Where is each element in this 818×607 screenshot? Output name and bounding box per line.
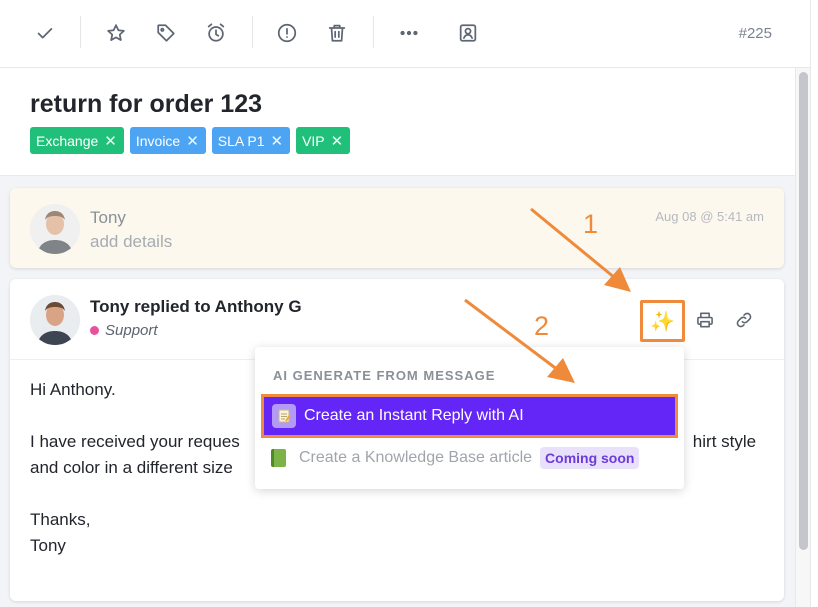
trash-icon[interactable] — [324, 20, 350, 46]
ticket-header: return for order 123 Exchange ✕ Invoice … — [0, 68, 795, 176]
menu-item-label: Create an Instant Reply with AI — [304, 407, 524, 424]
reply-signoff: Thanks, — [30, 510, 91, 529]
menu-item-label: Create a Knowledge Base article — [299, 449, 533, 466]
reply-heading: Tony replied to Anthony G — [90, 297, 302, 316]
tag-invoice[interactable]: Invoice ✕ — [129, 127, 206, 154]
scrollbar-thumb[interactable] — [799, 72, 808, 550]
star-icon[interactable] — [103, 20, 129, 46]
ticket-toolbar: #225 — [0, 0, 810, 68]
tag-label: SLA P1 — [217, 132, 265, 149]
sparkles-icon: ✨ — [650, 310, 675, 333]
more-icon[interactable] — [396, 20, 422, 46]
tag-icon[interactable] — [153, 20, 179, 46]
right-panel-edge — [810, 0, 818, 607]
channel-label: Support — [90, 322, 158, 339]
tag-sla-p1[interactable]: SLA P1 ✕ — [211, 127, 291, 154]
ticket-title[interactable]: return for order 123 — [30, 90, 262, 119]
reply-signature: Tony — [30, 536, 66, 555]
menu-item-instant-reply[interactable]: Create an Instant Reply with AI — [261, 394, 678, 438]
tag-label: Exchange — [36, 132, 99, 149]
avatar — [30, 295, 80, 345]
toolbar-divider — [252, 16, 253, 48]
annotation-step-2: 2 — [534, 311, 550, 341]
tag-exchange[interactable]: Exchange ✕ — [30, 127, 124, 154]
toolbar-divider — [373, 16, 374, 48]
note-input[interactable]: add details — [90, 232, 172, 252]
note-author: Tony — [90, 208, 126, 227]
tag-vip[interactable]: VIP ✕ — [296, 127, 351, 154]
notepad-icon — [272, 404, 296, 428]
channel-dot-icon — [90, 326, 99, 335]
coming-soon-badge: Coming soon — [540, 447, 640, 469]
menu-heading: AI GENERATE FROM MESSAGE — [273, 368, 496, 383]
green-book-icon — [271, 449, 286, 467]
printer-icon[interactable] — [694, 309, 716, 331]
annotation-step-1: 1 — [583, 209, 599, 239]
alert-circle-icon[interactable] — [274, 20, 300, 46]
remove-tag-icon[interactable]: ✕ — [331, 132, 344, 150]
note-card: Tony add details Aug 08 @ 5:41 am — [10, 188, 784, 268]
ticket-number: #225 — [738, 25, 772, 42]
alarm-clock-icon[interactable] — [203, 20, 229, 46]
check-icon[interactable] — [32, 20, 58, 46]
tag-label: VIP — [302, 132, 325, 149]
ai-generate-menu: AI GENERATE FROM MESSAGE Create an Insta… — [255, 347, 684, 489]
avatar — [30, 204, 80, 254]
scrollbar[interactable] — [795, 68, 810, 607]
remove-tag-icon[interactable]: ✕ — [186, 132, 199, 150]
contact-card-icon[interactable] — [455, 20, 481, 46]
note-timestamp: Aug 08 @ 5:41 am — [655, 209, 764, 224]
remove-tag-icon[interactable]: ✕ — [271, 132, 284, 150]
channel-name: Support — [105, 322, 158, 339]
toolbar-divider — [80, 16, 81, 48]
link-icon[interactable] — [733, 309, 755, 331]
tag-list: Exchange ✕ Invoice ✕ SLA P1 ✕ VIP ✕ — [30, 127, 351, 154]
ai-generate-button[interactable]: ✨ — [640, 300, 685, 342]
menu-item-knowledge-base: Create a Knowledge Base article Coming s… — [271, 445, 671, 471]
tag-label: Invoice — [135, 132, 181, 149]
remove-tag-icon[interactable]: ✕ — [104, 132, 117, 150]
